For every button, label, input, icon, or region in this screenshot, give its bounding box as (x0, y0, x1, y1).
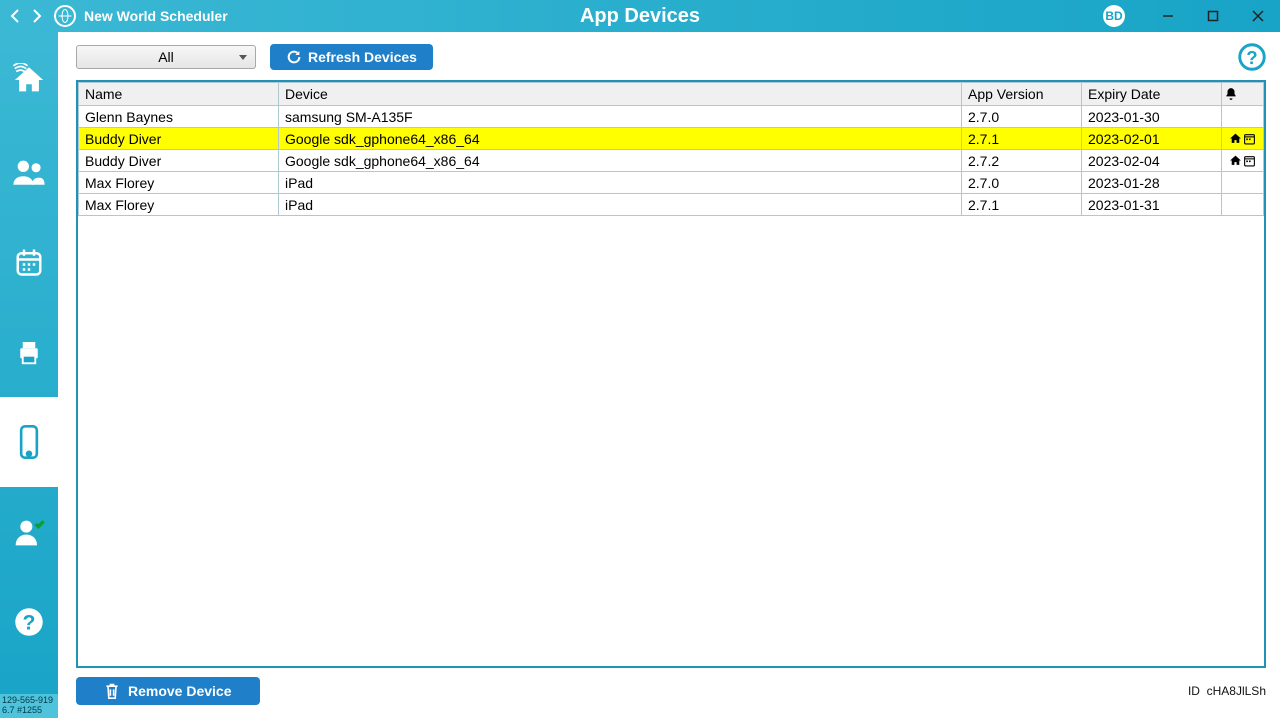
col-device[interactable]: Device (279, 83, 962, 106)
table-row[interactable]: Max FloreyiPad2.7.12023-01-31 (79, 194, 1264, 216)
remove-label: Remove Device (128, 683, 232, 699)
refresh-button[interactable]: Refresh Devices (270, 44, 433, 70)
app-name: New World Scheduler (84, 8, 228, 24)
cell-expiry: 2023-01-30 (1082, 106, 1222, 128)
cell-expiry: 2023-02-01 (1082, 128, 1222, 150)
cell-icons (1222, 194, 1264, 216)
filter-value: All (158, 49, 174, 65)
sidebar-devices[interactable] (0, 397, 58, 487)
remove-button[interactable]: Remove Device (76, 677, 260, 705)
footer-version: 6.7 #1255 (2, 706, 58, 716)
sidebar-print[interactable] (0, 307, 58, 397)
cell-icons (1222, 150, 1264, 172)
footer-id: ID cHA8JlLSh (1188, 684, 1266, 698)
cell-version: 2.7.0 (962, 172, 1082, 194)
cell-version: 2.7.0 (962, 106, 1082, 128)
cell-device: Google sdk_gphone64_x86_64 (279, 150, 962, 172)
window-maximize[interactable] (1190, 0, 1235, 32)
sidebar-help[interactable]: ? (0, 577, 58, 667)
sidebar-people[interactable] (0, 127, 58, 217)
table-scroll[interactable]: Name Device App Version Expiry Date Glen… (78, 82, 1264, 666)
cell-icons (1222, 172, 1264, 194)
cell-device: iPad (279, 194, 962, 216)
table-row[interactable]: Buddy DiverGoogle sdk_gphone64_x86_642.7… (79, 128, 1264, 150)
home-icon (1229, 154, 1242, 167)
nav-forward[interactable] (28, 7, 46, 25)
cell-expiry: 2023-02-04 (1082, 150, 1222, 172)
cell-name: Buddy Diver (79, 150, 279, 172)
devices-table: Name Device App Version Expiry Date Glen… (78, 82, 1264, 216)
cell-device: Google sdk_gphone64_x86_64 (279, 128, 962, 150)
cell-version: 2.7.1 (962, 194, 1082, 216)
col-version[interactable]: App Version (962, 83, 1082, 106)
bell-icon (1224, 87, 1238, 101)
sidebar-footer: 129-565-919 6.7 #1255 (0, 694, 58, 718)
svg-text:?: ? (23, 611, 36, 635)
window-close[interactable] (1235, 0, 1280, 32)
svg-text:?: ? (1246, 47, 1257, 68)
cell-name: Max Florey (79, 194, 279, 216)
cell-version: 2.7.1 (962, 128, 1082, 150)
col-name[interactable]: Name (79, 83, 279, 106)
cell-expiry: 2023-01-31 (1082, 194, 1222, 216)
home-icon (1229, 132, 1242, 145)
nav-back[interactable] (6, 7, 24, 25)
sidebar-calendar[interactable] (0, 217, 58, 307)
page-title: App Devices (580, 5, 700, 28)
trash-icon (104, 682, 120, 700)
cell-icons (1222, 106, 1264, 128)
table-row[interactable]: Max FloreyiPad2.7.02023-01-28 (79, 172, 1264, 194)
filter-dropdown[interactable]: All (76, 45, 256, 69)
refresh-icon (286, 49, 302, 65)
globe-icon (54, 5, 76, 27)
avatar[interactable]: BD (1103, 5, 1125, 27)
cell-name: Glenn Baynes (79, 106, 279, 128)
cell-name: Max Florey (79, 172, 279, 194)
cell-version: 2.7.2 (962, 150, 1082, 172)
refresh-label: Refresh Devices (308, 49, 417, 65)
calendar-icon (1243, 154, 1256, 167)
cell-name: Buddy Diver (79, 128, 279, 150)
table-row[interactable]: Buddy DiverGoogle sdk_gphone64_x86_642.7… (79, 150, 1264, 172)
cell-icons (1222, 128, 1264, 150)
sidebar-user-check[interactable] (0, 487, 58, 577)
cell-device: iPad (279, 172, 962, 194)
col-expiry[interactable]: Expiry Date (1082, 83, 1222, 106)
cell-device: samsung SM-A135F (279, 106, 962, 128)
window-minimize[interactable] (1145, 0, 1190, 32)
col-notify[interactable] (1222, 83, 1264, 106)
cell-expiry: 2023-01-28 (1082, 172, 1222, 194)
table-row[interactable]: Glenn Baynessamsung SM-A135F2.7.02023-01… (79, 106, 1264, 128)
calendar-icon (1243, 132, 1256, 145)
help-icon[interactable]: ? (1238, 43, 1266, 71)
sidebar-home[interactable] (0, 32, 58, 127)
